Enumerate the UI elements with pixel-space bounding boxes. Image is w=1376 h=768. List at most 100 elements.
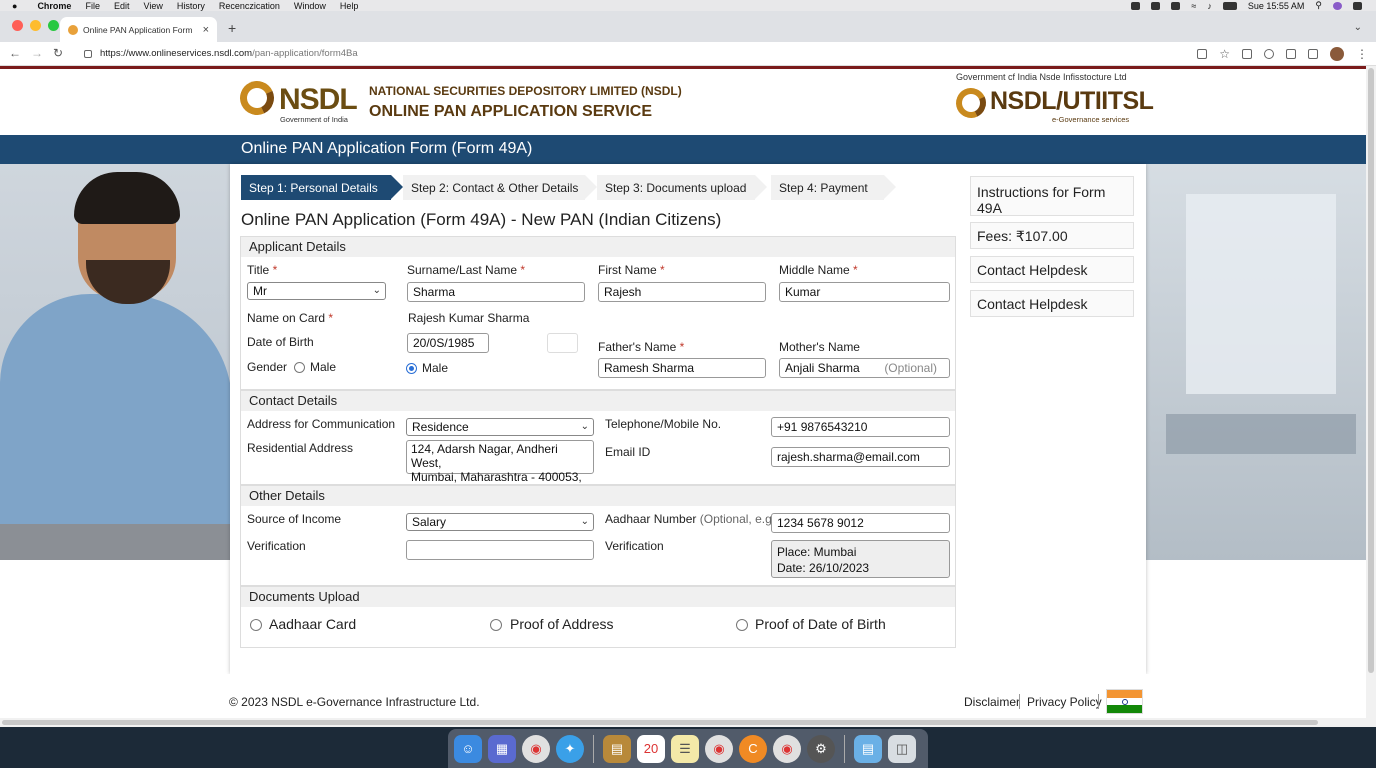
tab-search-chevron-icon[interactable]: ⌄ <box>1354 22 1362 33</box>
tab-close-icon[interactable]: × <box>203 24 209 36</box>
site-header: NSDL Government of India NATIONAL SECURI… <box>0 69 1366 135</box>
launchpad-icon[interactable]: ▦ <box>488 734 516 763</box>
privacy-policy-link[interactable]: Privacy Policy <box>1027 695 1102 709</box>
status-icon-3[interactable] <box>1171 1 1181 10</box>
extension-1-icon[interactable] <box>1242 49 1252 59</box>
volume-icon[interactable]: ♪ <box>1207 1 1212 11</box>
nsdl-logo-subtext: Government of India <box>280 115 348 124</box>
notes-brown-icon[interactable]: ▤ <box>603 734 631 763</box>
active-tab[interactable]: Online PAN Application Form × <box>60 17 217 42</box>
menu-clock[interactable]: Sue 15:55 AM <box>1248 1 1305 11</box>
nsdl-logo-icon[interactable] <box>235 76 279 120</box>
middle-name-input[interactable]: Kumar <box>779 282 950 302</box>
close-window-button[interactable] <box>12 20 23 31</box>
dock-separator <box>844 734 845 763</box>
new-tab-icon[interactable]: + <box>228 20 236 36</box>
nsdl-logo-text: NSDL <box>279 83 358 116</box>
downloads-folder-icon[interactable]: ▤ <box>854 734 882 763</box>
surname-input[interactable]: Sharma <box>407 282 585 302</box>
lock-icon[interactable] <box>84 49 92 58</box>
chevron-down-icon: ⌄ <box>580 421 589 432</box>
finder-icon[interactable]: ☺ <box>454 734 482 763</box>
gender-radio-2[interactable] <box>406 363 417 374</box>
menu-app-name[interactable]: Chrome <box>37 1 71 11</box>
extension-2-icon[interactable] <box>1264 49 1274 59</box>
menu-file[interactable]: File <box>85 1 100 11</box>
first-name-label: First Name * <box>598 263 665 277</box>
trash-icon[interactable]: ◫ <box>888 734 916 763</box>
bookmark-star-icon[interactable]: ☆ <box>1219 47 1230 61</box>
battery-icon[interactable] <box>1222 1 1237 10</box>
chrome-icon[interactable]: ◉ <box>522 734 550 763</box>
dob-calendar-box[interactable] <box>547 333 578 353</box>
horizontal-scrollbar[interactable] <box>0 718 1366 727</box>
reload-icon[interactable]: ↻ <box>53 46 63 60</box>
mother-name-input[interactable]: Anjali Sharma (Optional) <box>779 358 950 378</box>
email-input[interactable]: rajesh.sharma@email.com <box>771 447 950 467</box>
menu-window[interactable]: Window <box>294 1 326 11</box>
toolbar-icons: ☆ ⋮ <box>1197 47 1368 61</box>
menu-view[interactable]: View <box>143 1 162 11</box>
step-2-contact[interactable]: Step 2: Contact & Other Details <box>403 175 597 200</box>
minimize-window-button[interactable] <box>30 20 41 31</box>
menu-recenczication[interactable]: Recenczication <box>219 1 280 11</box>
sidepanel-icon[interactable] <box>1308 49 1318 59</box>
step-3-documents[interactable]: Step 3: Documents upload <box>597 175 767 200</box>
browser-toolbar: ← → ↻ https://www.onlineservices.nsdl.co… <box>0 42 1376 66</box>
utiitsl-logo-icon[interactable] <box>951 83 991 123</box>
zoom-window-button[interactable] <box>48 20 59 31</box>
menu-help[interactable]: Help <box>340 1 359 11</box>
verification-input[interactable] <box>406 540 594 560</box>
utiitsl-logo-text: NSDL/UTIITSL <box>990 87 1154 115</box>
vertical-scrollbar[interactable] <box>1366 66 1376 727</box>
forward-arrow-icon[interactable]: → <box>31 46 43 60</box>
dob-input[interactable]: 20/0S/1985 <box>407 333 489 353</box>
status-icon-2[interactable] <box>1151 1 1161 10</box>
chrome-icon[interactable]: ◉ <box>705 734 733 763</box>
copyright-text: © 2023 NSDL e-Governance Infrastructure … <box>229 695 480 709</box>
aadhaar-input[interactable]: 1234 5678 9012 <box>771 513 950 533</box>
address-bar[interactable]: https://www.onlineservices.nsdl.com/pan-… <box>74 44 1234 63</box>
doc-radio-address[interactable] <box>490 619 502 631</box>
back-arrow-icon[interactable]: ← <box>9 46 21 60</box>
settings-gear-icon[interactable]: ⚙ <box>807 734 835 763</box>
disclaimer-link[interactable]: Disclaimer <box>964 695 1020 709</box>
share-icon[interactable] <box>1197 49 1208 59</box>
utiitsl-logo-subtext: e-Governance services <box>1052 115 1130 124</box>
contact-helpdesk-link-2[interactable]: Contact Helpdesk <box>970 290 1134 317</box>
profile-avatar[interactable] <box>1330 47 1344 61</box>
menu-history[interactable]: History <box>177 1 205 11</box>
calendar-icon[interactable]: 20 <box>637 734 665 763</box>
siri-icon[interactable] <box>1333 1 1342 10</box>
chrome-icon[interactable]: ◉ <box>773 734 801 763</box>
applicant-details-heading: Applicant Details <box>241 237 955 257</box>
title-select[interactable]: Mr ⌄ <box>247 282 386 300</box>
doc-radio-dob[interactable] <box>736 619 748 631</box>
horizontal-scroll-thumb[interactable] <box>2 720 1318 725</box>
office-background-photo <box>1146 164 1366 560</box>
gender-radio-1[interactable] <box>294 362 305 373</box>
father-name-input[interactable]: Ramesh Sharma <box>598 358 766 378</box>
status-icon-1[interactable] <box>1131 1 1141 10</box>
step-1-personal[interactable]: Step 1: Personal Details <box>241 175 403 200</box>
spotlight-search-icon[interactable]: ⚲ <box>1315 0 1322 11</box>
puzzle-extensions-icon[interactable] <box>1286 49 1296 59</box>
app-c-icon[interactable]: C <box>739 734 767 763</box>
doc-radio-aadhaar[interactable] <box>250 619 262 631</box>
apple-menu-icon[interactable]: ● <box>12 1 17 11</box>
vertical-scroll-thumb[interactable] <box>1368 68 1374 673</box>
safari-icon[interactable]: ✦ <box>556 734 584 763</box>
notes-icon[interactable]: ☰ <box>671 734 699 763</box>
control-center-icon[interactable] <box>1353 1 1362 10</box>
menu-edit[interactable]: Edit <box>114 1 130 11</box>
step-4-payment[interactable]: Step 4: Payment <box>771 175 896 200</box>
income-source-select[interactable]: Salary ⌄ <box>406 513 594 531</box>
wifi-icon[interactable]: ≈ <box>1191 1 1196 11</box>
phone-input[interactable]: +91 9876543210 <box>771 417 950 437</box>
residential-address-input[interactable]: 124, Adarsh Nagar, Andheri West, Mumbai,… <box>406 440 594 498</box>
address-comm-select[interactable]: Residence ⌄ <box>406 418 594 436</box>
first-name-input[interactable]: Rajesh <box>598 282 766 302</box>
instructions-link[interactable]: Instructions for Form 49A <box>970 176 1134 216</box>
more-menu-icon[interactable]: ⋮ <box>1356 47 1368 61</box>
contact-helpdesk-link-1[interactable]: Contact Helpdesk <box>970 256 1134 283</box>
